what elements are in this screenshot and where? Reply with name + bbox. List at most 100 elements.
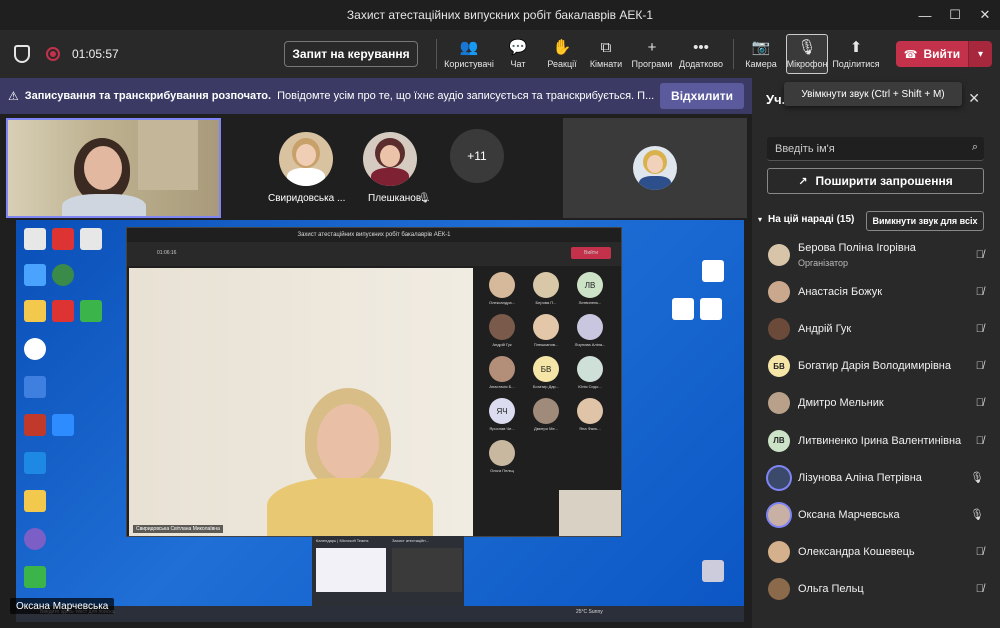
taskbar-preview: Календарь | Microsoft Teams Захист атест… <box>312 536 464 608</box>
request-control-button[interactable]: Запит на керування <box>284 41 418 67</box>
shared-screen: Захист атестаційних випускних робіт бака… <box>16 220 744 622</box>
microphone-label: Мікрофон <box>786 59 828 69</box>
inner-speaker-name: Свиридовська Світлана Миколаївна <box>133 525 223 533</box>
microphone-button[interactable]: 🎙 Мікрофон <box>786 34 828 74</box>
rooms-icon: ⧉ <box>600 39 612 56</box>
shield-icon[interactable] <box>14 45 30 63</box>
video-strip: Свиридовська ... Плешканов... 🎙 +11 <box>0 116 752 220</box>
rooms-button[interactable]: ⧉ Кімнати <box>583 30 629 78</box>
participant-row[interactable]: Дмитро Мельник 🎙̸ <box>752 385 1000 422</box>
inner-participant-label: Юлія Сидо... <box>578 384 602 389</box>
participant-name: Лізунова Аліна Петрівна <box>798 471 922 484</box>
participant-row[interactable]: Андрій Гук 🎙̸ <box>752 310 1000 347</box>
participant-row[interactable]: ЛВ Литвиненко Ірина Валентинівна 🎙̸ <box>752 422 1000 459</box>
chat-button[interactable]: 💬 Чат <box>495 30 541 78</box>
plus-icon: + <box>647 39 657 56</box>
participant-list: Берова Поліна Ігорівна Організатор 🎙̸ Анаст… <box>752 236 1000 608</box>
inner-avatar: ЯЧ <box>489 398 515 424</box>
pdf-icon[interactable] <box>24 228 46 250</box>
participant-row[interactable]: Ольга Пельц 🎙̸ <box>752 571 1000 608</box>
participant-name: Ольга Пельц <box>798 583 864 596</box>
participant-row[interactable]: Анастасія Божук 🎙̸ <box>752 273 1000 310</box>
inner-avatar <box>489 314 515 340</box>
participant-row[interactable]: Олександра Кошевець 🎙̸ <box>752 534 1000 571</box>
leave-options-button[interactable]: ▾ <box>968 41 992 67</box>
inner-participant-grid: Олександра... Берова П... ЛВ Литвиненк... Ан… <box>477 268 623 488</box>
inner-avatar <box>577 356 603 382</box>
banner-text: Повідомте усім про те, що їхнє аудіо зап… <box>277 90 655 102</box>
people-label: Користувачі <box>444 59 494 69</box>
file-icon[interactable] <box>672 298 694 320</box>
meeting-toolbar: 01:05:57 Запит на керування 👥 Користувач… <box>0 30 1000 78</box>
leave-button[interactable]: ☎ Вийти <box>896 41 968 67</box>
viber-icon[interactable] <box>24 528 46 550</box>
inner-participant-label: Андрій Гук <box>492 342 512 347</box>
mic-off-icon: 🎙̸ <box>975 546 984 559</box>
pdf-icon[interactable] <box>80 228 102 250</box>
word-icon[interactable] <box>702 260 724 282</box>
app-icon[interactable] <box>24 566 46 588</box>
search-icon: ⌕ <box>971 141 978 153</box>
meeting-timer: 01:05:57 <box>72 47 119 61</box>
app-icon[interactable] <box>24 264 46 286</box>
file-icon[interactable] <box>700 298 722 320</box>
chat-label: Чат <box>510 59 526 69</box>
shirt <box>639 176 671 190</box>
participant-avatar[interactable] <box>363 132 417 186</box>
people-button[interactable]: 👥 Користувачі <box>443 30 495 78</box>
chrome-icon[interactable] <box>24 338 46 360</box>
self-name-tag: Оксана Марчевська <box>10 598 115 614</box>
dismiss-button[interactable]: Відхилити <box>660 83 744 109</box>
shared-content-tile[interactable] <box>563 118 747 218</box>
app-icon[interactable] <box>52 228 74 250</box>
zoom-icon[interactable] <box>52 414 74 436</box>
mic-off-icon: 🎙̸ <box>975 285 984 298</box>
camera-off-icon: 📷 <box>751 39 771 56</box>
apps-label: Програми <box>631 59 673 69</box>
inner-leave-button: Вийти <box>571 247 611 259</box>
more-button[interactable]: ••• Додатково <box>675 30 727 78</box>
camera-label: Камера <box>745 59 777 69</box>
close-icon[interactable]: ✕ <box>968 90 980 107</box>
in-meeting-section[interactable]: ▾ На цій нараді (15) <box>758 214 854 225</box>
close-window-button[interactable]: ✕ <box>970 0 1000 30</box>
inner-avatar <box>533 314 559 340</box>
maximize-button[interactable]: ☐ <box>940 0 970 30</box>
participant-row[interactable]: БВ Богатир Дарія Володимирівна 🎙̸ <box>752 348 1000 385</box>
app-icon[interactable] <box>24 452 46 474</box>
participant-avatar[interactable] <box>279 132 333 186</box>
participant-row[interactable]: Берова Поліна Ігорівна Організатор 🎙̸ <box>752 236 1000 273</box>
participants-panel: Уч... ✕ ⌕ ↗ Поширити запрошення ▾ На цій… <box>752 78 1000 628</box>
folder-icon[interactable] <box>24 490 46 512</box>
avatar <box>768 317 790 340</box>
scrollbar[interactable] <box>995 214 998 624</box>
hand-icon: ✋ <box>552 39 572 56</box>
participant-row[interactable]: Лізунова Аліна Петрівна 🎙 <box>752 459 1000 496</box>
torrent-icon[interactable] <box>80 300 102 322</box>
edge-icon[interactable] <box>52 264 74 286</box>
more-participants-button[interactable]: +11 <box>450 129 504 183</box>
teams-preview[interactable] <box>392 548 462 592</box>
mic-off-icon: 🎙 <box>418 193 431 204</box>
warning-icon: ⚠ <box>8 89 19 103</box>
app-icon[interactable] <box>24 376 46 398</box>
participant-row[interactable]: Оксана Марчевська 🎙 <box>752 496 1000 533</box>
camera-button[interactable]: 📷 Камера <box>740 30 782 78</box>
mute-all-button[interactable]: Вимкнути звук для всіх <box>866 211 984 231</box>
share-button[interactable]: ⬆ Поділитися <box>828 30 884 78</box>
inner-window-title: Захист атестаційних випускних робіт бака… <box>127 228 621 242</box>
participant-search-input[interactable] <box>767 137 957 161</box>
app-icon[interactable] <box>52 300 74 322</box>
reactions-label: Реакції <box>547 59 577 69</box>
minimize-button[interactable]: — <box>910 0 940 30</box>
calendar-preview[interactable] <box>316 548 386 592</box>
app-icon[interactable] <box>24 414 46 436</box>
self-video-tile[interactable] <box>6 118 221 218</box>
folder-icon[interactable] <box>24 300 46 322</box>
apps-button[interactable]: + Програми <box>629 30 675 78</box>
share-icon: ⬆ <box>849 39 863 56</box>
share-invite-button[interactable]: ↗ Поширити запрошення <box>767 168 984 194</box>
toolbar-divider <box>436 39 437 69</box>
recycle-bin-icon[interactable] <box>702 560 724 582</box>
reactions-button[interactable]: ✋ Реакції <box>541 30 583 78</box>
